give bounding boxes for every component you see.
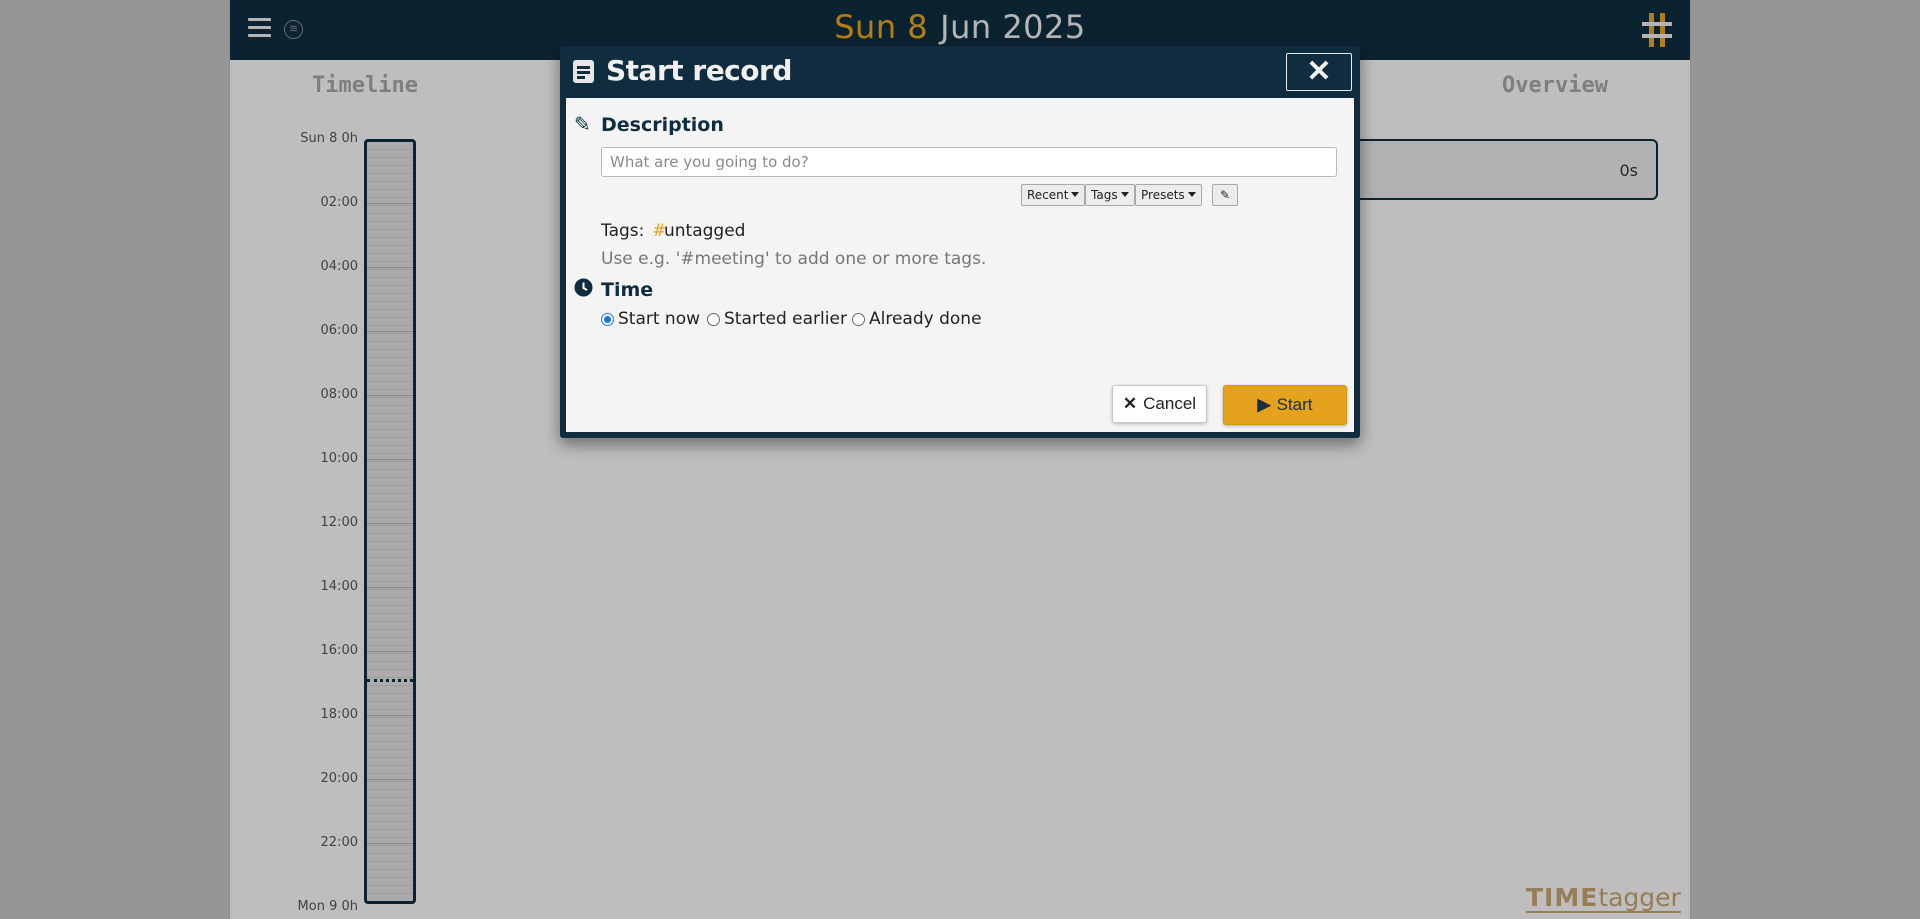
- radio-started-earlier[interactable]: Started earlier: [707, 309, 847, 329]
- edit-icon[interactable]: ✎: [1212, 184, 1238, 206]
- recent-dropdown-button[interactable]: Recent: [1021, 184, 1086, 206]
- radio-already-done[interactable]: Already done: [852, 309, 982, 329]
- description-input[interactable]: [601, 147, 1337, 177]
- caret-down-icon: [1120, 192, 1129, 197]
- close-icon: ✕: [1122, 394, 1138, 413]
- radio-start-now-label: Start now: [618, 309, 701, 329]
- dialog-body: ✎ Description Recent Tags Presets ✎ Tags…: [566, 98, 1354, 432]
- tags-btn-label: Tags: [1091, 188, 1118, 202]
- presets-dropdown-button[interactable]: Presets: [1135, 184, 1202, 206]
- cancel-button[interactable]: ✕ Cancel: [1112, 385, 1207, 423]
- close-dialog-button[interactable]: ✕: [1286, 53, 1352, 91]
- radio-circle[interactable]: [852, 312, 865, 326]
- recent-label: Recent: [1027, 188, 1069, 202]
- radio-circle[interactable]: [601, 312, 614, 326]
- tags-hint: Use e.g. '#meeting' to add one or more t…: [601, 249, 987, 269]
- radio-already-done-label: Already done: [869, 309, 982, 329]
- pencil-icon: ✎: [574, 112, 591, 136]
- time-label: Time: [601, 279, 654, 301]
- clock-icon: [574, 278, 593, 302]
- presets-label: Presets: [1141, 188, 1185, 202]
- dialog-title: Start record: [606, 54, 792, 87]
- tag-untagged[interactable]: untagged: [664, 221, 745, 241]
- radio-start-now[interactable]: Start now: [601, 309, 700, 329]
- tags-dropdown-button[interactable]: Tags: [1085, 184, 1135, 206]
- start-label: Start: [1276, 395, 1313, 414]
- dialog-header: Start record ✕: [560, 46, 1360, 98]
- caret-down-icon: [1071, 192, 1080, 197]
- start-record-dialog: Start record ✕ ✎ Description Recent Tags…: [560, 46, 1360, 438]
- radio-circle[interactable]: [707, 312, 720, 326]
- record-icon: [573, 60, 594, 83]
- radio-started-earlier-label: Started earlier: [724, 309, 847, 329]
- start-button[interactable]: ▶ Start: [1223, 385, 1347, 425]
- caret-down-icon: [1187, 192, 1196, 197]
- tags-label: Tags:: [601, 221, 645, 241]
- description-label: Description: [601, 114, 724, 136]
- play-icon: ▶: [1257, 395, 1271, 414]
- cancel-label: Cancel: [1143, 394, 1197, 413]
